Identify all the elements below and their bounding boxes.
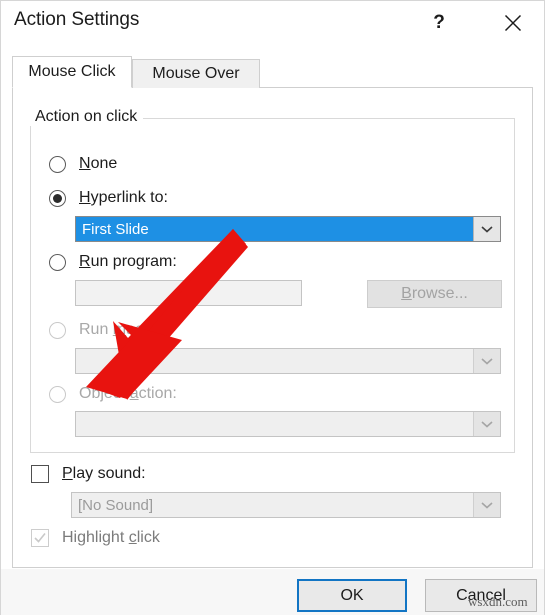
- hyperlink-target-dropdown-button[interactable]: [473, 217, 500, 241]
- run-macro-combobox: [75, 348, 501, 374]
- checkbox-highlight-click-label: Highlight click: [62, 529, 160, 546]
- tab-mouse-click[interactable]: Mouse Click: [12, 56, 132, 88]
- tab-mouse-click-label: Mouse Click: [28, 63, 116, 80]
- checkbox-highlight-click: [31, 529, 49, 547]
- run-program-path-input[interactable]: [75, 280, 302, 306]
- radio-row-hyperlink-to[interactable]: Hyperlink to:: [49, 187, 168, 209]
- radio-none[interactable]: [49, 155, 66, 173]
- checkbox-row-highlight-click: Highlight click: [31, 527, 160, 549]
- radio-run-program-label: Run program:: [79, 253, 177, 270]
- close-icon: [504, 14, 522, 32]
- action-on-click-label: Action on click: [29, 108, 144, 126]
- radio-object-action: [49, 385, 66, 403]
- sound-value: [No Sound]: [78, 496, 154, 514]
- title-bar: Action Settings ?: [1, 1, 544, 46]
- hyperlink-target-combobox[interactable]: First Slide: [75, 216, 501, 242]
- ok-button[interactable]: OK: [297, 579, 407, 612]
- radio-row-run-program[interactable]: Run program:: [49, 251, 177, 273]
- checkbox-play-sound[interactable]: [31, 465, 49, 483]
- radio-run-macro: [49, 321, 66, 339]
- chevron-down-icon: [480, 356, 494, 366]
- radio-hyperlink-to[interactable]: [49, 189, 66, 207]
- window-title: Action Settings: [14, 9, 140, 30]
- radio-object-action-label: Object action:: [79, 385, 177, 402]
- radio-none-label: None: [79, 155, 118, 172]
- radio-row-object-action: Object action:: [49, 383, 177, 405]
- radio-run-program[interactable]: [49, 253, 66, 271]
- chevron-down-icon: [480, 419, 494, 429]
- browse-button-label: Browse...: [401, 285, 468, 302]
- browse-button[interactable]: Browse...: [367, 280, 502, 308]
- hyperlink-target-value: First Slide: [76, 217, 473, 241]
- close-button[interactable]: [493, 8, 533, 38]
- tab-mouse-over[interactable]: Mouse Over: [132, 59, 260, 88]
- tab-mouse-over-label: Mouse Over: [152, 65, 240, 82]
- action-settings-dialog: Action Settings ? Mouse Click Mouse Over…: [0, 0, 545, 615]
- tab-strip: Mouse Click Mouse Over: [12, 56, 533, 88]
- help-button[interactable]: ?: [419, 8, 459, 38]
- radio-run-macro-label: Run macro:: [79, 321, 162, 338]
- sound-dropdown-button: [473, 493, 500, 517]
- watermark-text: wsxdn.com: [468, 594, 528, 609]
- chevron-down-icon: [480, 500, 494, 510]
- ok-button-label: OK: [340, 586, 364, 604]
- checkbox-play-sound-label: Play sound:: [62, 465, 146, 482]
- run-macro-dropdown-button: [473, 349, 500, 373]
- object-action-value: [76, 412, 473, 436]
- sound-combobox: [No Sound]: [71, 492, 501, 518]
- object-action-combobox: [75, 411, 501, 437]
- radio-hyperlink-to-label: Hyperlink to:: [79, 189, 168, 206]
- object-action-dropdown-button: [473, 412, 500, 436]
- chevron-down-icon: [480, 224, 494, 234]
- run-macro-value: [76, 349, 473, 373]
- radio-row-run-macro: Run macro:: [49, 319, 162, 341]
- question-mark-icon: ?: [433, 12, 445, 33]
- radio-row-none[interactable]: None: [49, 153, 117, 175]
- checkbox-row-play-sound[interactable]: Play sound:: [31, 463, 146, 485]
